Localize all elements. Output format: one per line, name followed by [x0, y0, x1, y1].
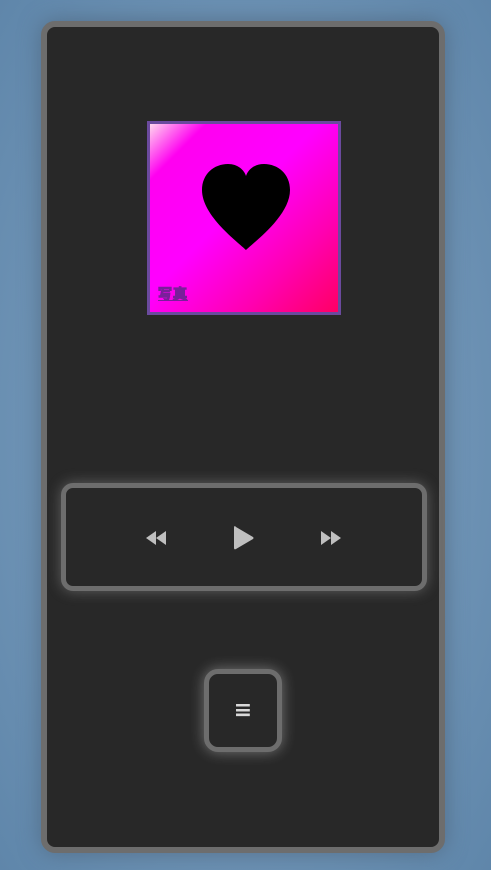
play-icon [234, 526, 254, 550]
play-button[interactable] [228, 522, 260, 554]
fast-forward-button[interactable] [315, 522, 347, 554]
fast-forward-icon [321, 531, 341, 545]
album-art: 写真 [147, 121, 341, 315]
heart-icon [202, 164, 290, 250]
album-art-mark: 写真 [158, 287, 188, 304]
menu-button[interactable]: ≡ [204, 669, 282, 752]
music-player-device: 写真 ≡ [41, 21, 445, 853]
playback-controls [61, 483, 427, 591]
rewind-icon [146, 531, 166, 545]
rewind-button[interactable] [140, 522, 172, 554]
menu-icon: ≡ [233, 697, 253, 723]
